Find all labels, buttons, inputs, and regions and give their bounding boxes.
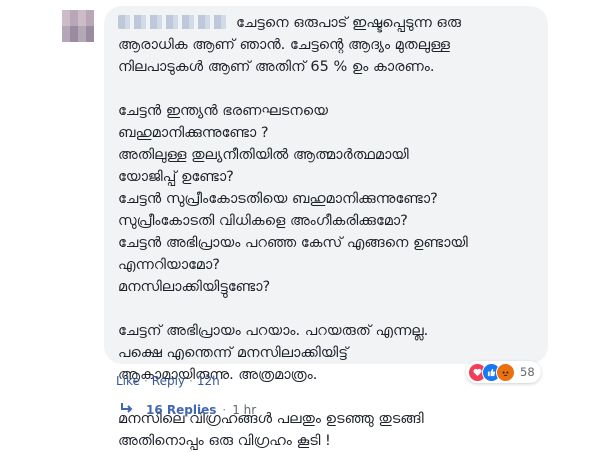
separator-dot: · (143, 374, 148, 388)
like-button[interactable]: Like (116, 374, 140, 388)
comment-line: അതിലുള്ള തുല്യനീതിയിൽ ആത്മാർത്ഥമായി (118, 147, 409, 163)
reactions-summary[interactable]: 58 (466, 361, 541, 383)
replies-timestamp: 1 hr (232, 403, 257, 417)
view-replies-link[interactable]: 16 Replies (146, 403, 216, 417)
comment-line: ബഹുമാനിക്കുന്നുണ്ടോ ? (118, 125, 269, 141)
comment-line: ചേട്ടന് അഭിപ്രായം പറയാം. പറയരുത് എന്നല്ല… (118, 323, 429, 339)
comment-line: യോജിപ്പ് ഉണ്ടോ? (118, 169, 234, 185)
comment-line: ആരാധിക ആണ് ഞാൻ. ചേട്ടന്റെ ആദ്യം മുതലുള്ള (118, 37, 450, 53)
comment-timestamp[interactable]: 12h (197, 374, 220, 388)
separator-dot: · (222, 403, 227, 417)
comment-line: മനസിലാക്കിയിട്ടുണ്ടോ? (118, 279, 271, 295)
comment-line: ചേട്ടനെ ഒരുപാട് ഇഷ്ടപ്പെടുന്ന ഒരു (236, 15, 461, 31)
angry-icon (496, 362, 515, 382)
avatar[interactable] (62, 10, 94, 42)
comment-line: ചേട്ടൻ സുപ്രീംകോടതിയെ ബഹുമാനിക്കുന്നുണ്ട… (118, 191, 438, 207)
reply-arrow-icon (120, 402, 134, 418)
reaction-count: 58 (520, 365, 535, 379)
replies-row[interactable]: 16 Replies · 1 hr (120, 402, 256, 418)
comment-actions: Like · Reply · 12h (116, 374, 220, 388)
comment-line: അതിനൊപ്പം ഒരു വിഗ്രഹം കൂടി ! (118, 433, 331, 449)
comment-line: ചേട്ടൻ അഭിപ്രായം പറഞ്ഞ കേസ് എങ്ങനെ ഉണ്ടാ… (118, 235, 468, 251)
reply-button[interactable]: Reply (152, 374, 185, 388)
comment-line: നിലപാടുകൾ ആണ് അതിന് 65 % ഉം കാരണം. (118, 59, 435, 75)
comment-line: സുപ്രീംകോടതി വിധികളെ അംഗീകരിക്കുമോ? (118, 213, 408, 229)
comment-line: ചേട്ടൻ ഇന്ത്യൻ ഭരണഘടനയെ (118, 103, 328, 119)
comment-line: എന്നറിയാമോ? (118, 257, 220, 273)
separator-dot: · (189, 374, 193, 388)
